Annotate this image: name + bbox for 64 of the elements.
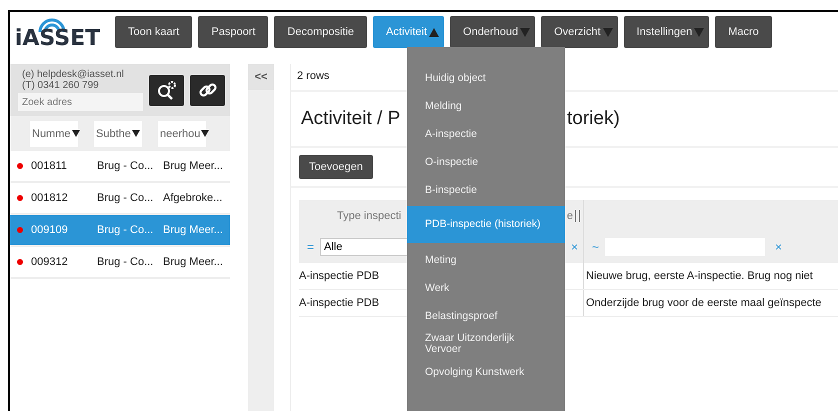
table-cell-text: Afgebroke...	[163, 192, 224, 204]
status-dot	[17, 227, 23, 233]
table-cell-text: 009312	[31, 256, 69, 268]
table-cell: A-inspectie PDB	[299, 270, 380, 282]
nav-tab[interactable]: Activiteit	[373, 16, 444, 48]
menu-item[interactable]: PDB-inspectie (historiek)	[407, 206, 565, 243]
add-button[interactable]: Toevoegen	[299, 155, 373, 179]
table-cell-text: Brug - Co...	[97, 256, 154, 268]
nav-tab[interactable]: Overzicht	[541, 16, 618, 48]
menu-item[interactable]: B-inspectie	[407, 176, 565, 204]
nav-tab[interactable]: Decompositie	[274, 16, 368, 48]
link-button[interactable]	[190, 74, 225, 106]
status-dot	[17, 163, 23, 169]
table-cell-text: Brug Meer...	[163, 160, 224, 172]
column-header: Type inspecti	[337, 210, 402, 222]
page-title: Activiteit / P	[301, 108, 400, 129]
table-cell-text: Brug - Co...	[97, 224, 154, 236]
row-count: 2 rows	[297, 70, 330, 82]
column-sort-button[interactable]: Subthe	[94, 120, 142, 146]
nav-tab[interactable]: Toon kaart	[115, 16, 192, 48]
nav-tab[interactable]: Instellingen	[624, 16, 710, 48]
search-gear-icon	[156, 80, 178, 100]
filter-operator[interactable]: =	[307, 240, 314, 254]
column-header: e	[566, 210, 573, 222]
table-cell-text: 001812	[31, 192, 69, 204]
list-row[interactable]: 001811 Brug - Co... Brug Meer...	[10, 151, 230, 183]
menu-item[interactable]: Meting	[407, 246, 565, 274]
clear-button[interactable]: ×	[570, 240, 578, 254]
nav-tab[interactable]: Onderhoud	[450, 16, 536, 48]
table-cell: A-inspectie PDB	[299, 297, 380, 309]
filter-operator[interactable]: ~	[592, 240, 600, 254]
menu-item[interactable]: Werk	[407, 274, 565, 302]
menu-item[interactable]: Belastingsproef	[407, 302, 565, 330]
menu-item[interactable]: Melding	[407, 92, 565, 120]
helpdesk-text: (T) 0341 260 799	[22, 80, 100, 91]
helpdesk-text: (e) helpdesk@iasset.nl	[22, 69, 125, 80]
list-row[interactable]: 009109 Brug - Co... Brug Meer...	[10, 215, 230, 247]
table-cell-text: Brug - Co...	[97, 192, 154, 204]
menu-item[interactable]: Huidig object	[407, 64, 565, 92]
menu-item[interactable]: Opvolging Kunstwerk	[407, 358, 565, 386]
table-cell-text: 001811	[31, 160, 68, 172]
status-dot	[17, 259, 23, 265]
logo: iASSET	[10, 14, 105, 51]
menu-item[interactable]: Zwaar Uitzonderlijk Vervoer	[407, 330, 565, 358]
status-dot	[17, 195, 23, 201]
list-row[interactable]: 009312 Brug - Co... Brug Meer...	[10, 247, 230, 279]
search-field[interactable]: Zoek adres	[18, 93, 143, 111]
table-cell: Onderzijde brug voor de eerste maal geïnspecte	[586, 297, 822, 309]
nav-tab[interactable]: Paspoort	[198, 16, 268, 48]
table-cell-text: 009109	[31, 224, 69, 236]
column-sort-button[interactable]: Numme	[30, 120, 78, 146]
sort-icon[interactable]	[575, 210, 580, 222]
clear-button[interactable]: ×	[775, 240, 782, 254]
table-cell-text: Brug - Co...	[97, 160, 154, 172]
table-cell-text: Brug Meer...	[163, 256, 224, 268]
nav-tab[interactable]: Macro	[715, 16, 772, 48]
table-cell: Nieuwe brug, eerste A-inspectie. Brug nog niet	[586, 270, 813, 282]
menu-item[interactable]: A-inspectie	[407, 120, 565, 148]
collapse-button[interactable]: <<	[248, 64, 274, 90]
search-settings-button[interactable]	[149, 74, 184, 106]
page-title: toriek)	[567, 108, 620, 130]
table-cell-text: Brug Meer...	[163, 224, 224, 236]
menu-item[interactable]: O-inspectie	[407, 148, 565, 176]
column-sort-button[interactable]: neerhou	[158, 120, 206, 146]
